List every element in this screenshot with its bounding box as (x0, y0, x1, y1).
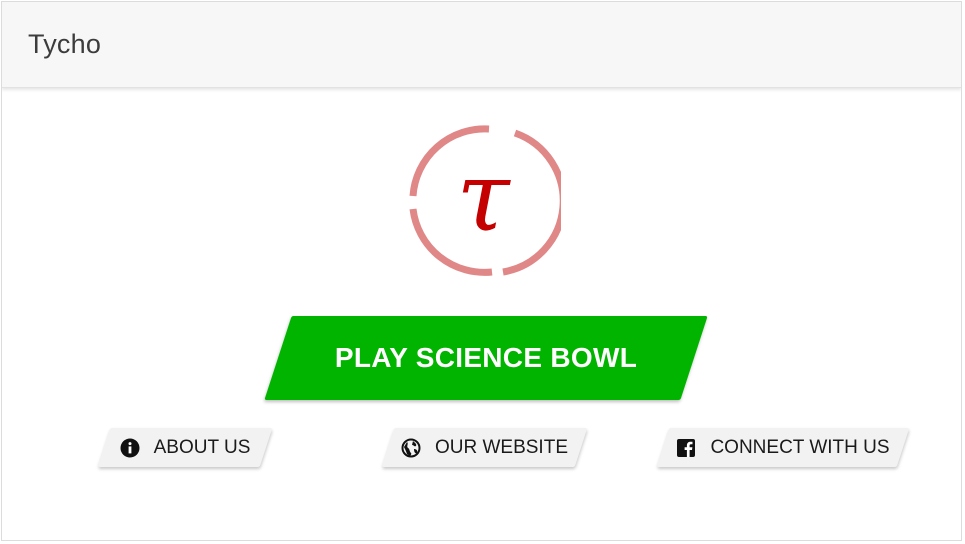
our-website-label: OUR WEBSITE (434, 436, 568, 458)
play-science-bowl-button[interactable]: PLAY SCIENCE BOWL (264, 316, 708, 400)
info-icon (120, 438, 140, 458)
globe-icon (401, 438, 421, 458)
app-title: Tycho (28, 29, 102, 59)
connect-with-us-label: CONNECT WITH US (710, 436, 890, 458)
tau-symbol: τ (456, 141, 511, 253)
our-website-button[interactable]: OUR WEBSITE (381, 428, 588, 467)
about-us-button[interactable]: ABOUT US (97, 428, 273, 467)
facebook-icon (676, 438, 696, 458)
our-website-content: OUR WEBSITE (388, 428, 581, 467)
tycho-logo: τ (409, 125, 561, 276)
about-us-label: ABOUT US (153, 436, 251, 458)
app-header: Tycho (2, 2, 961, 88)
connect-with-us-button[interactable]: CONNECT WITH US (656, 428, 910, 467)
play-button-label: PLAY SCIENCE BOWL (334, 342, 638, 373)
connect-with-us-content: CONNECT WITH US (663, 428, 903, 467)
about-us-content: ABOUT US (104, 428, 266, 467)
app-window: Tycho τ PLAY SCIENCE BOWL ABOUT US OUR W… (1, 1, 962, 541)
